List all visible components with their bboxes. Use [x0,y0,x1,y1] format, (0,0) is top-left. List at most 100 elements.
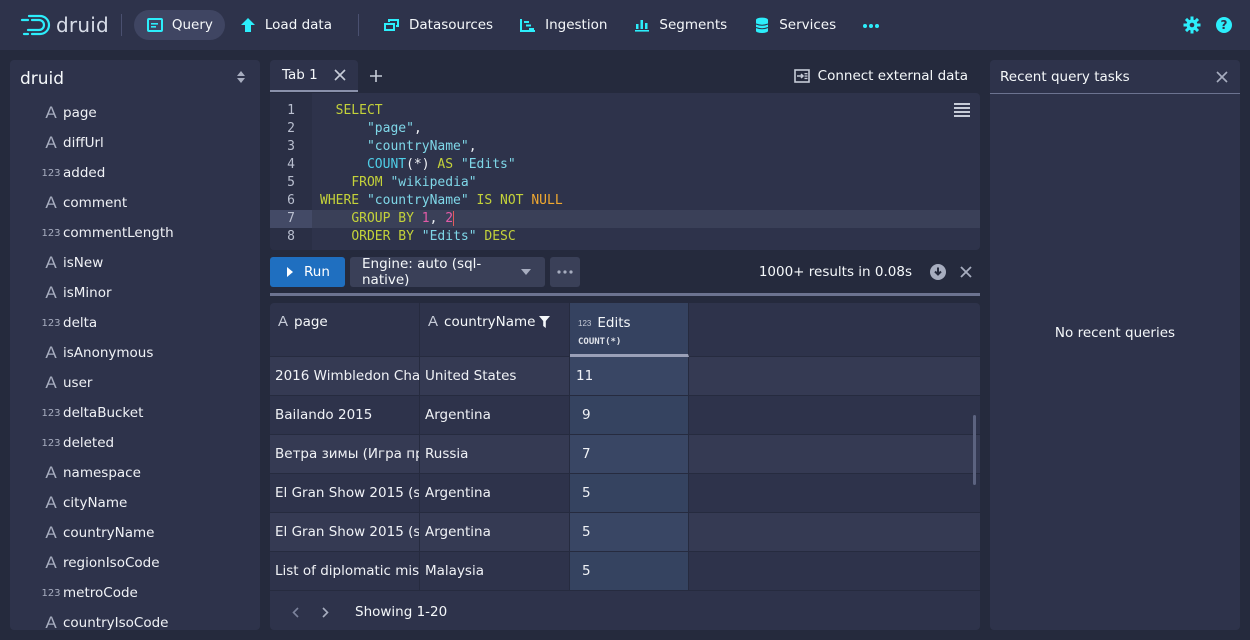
column-header-page[interactable]: A page [270,303,420,357]
settings-button[interactable] [1176,9,1208,41]
vertical-scrollbar[interactable] [973,415,976,485]
table-row[interactable]: Bailando 2015 Argentina 9 [270,396,980,435]
run-more-button[interactable] [550,257,580,287]
table-cell-countryName[interactable]: Malaysia [420,552,570,590]
sort-toggle[interactable] [236,70,246,88]
table-cell-page[interactable]: Ветра зимы (Игра престолов) [270,435,420,473]
connect-external-data-button[interactable]: Connect external data [793,68,968,84]
string-type-icon: A [45,493,57,512]
column-item[interactable]: Anamespace [10,458,260,488]
table-cell-Edits[interactable]: 5 [570,513,689,551]
table-row[interactable]: El Gran Show 2015 (season 2)Argentina5 [270,513,980,552]
column-name: isNew [63,255,104,271]
column-item[interactable]: 123 deleted [10,428,260,458]
table-cell-page[interactable]: Bailando 2015 [270,396,420,434]
column-name: namespace [63,465,141,481]
table-cell-countryName[interactable]: Argentina [420,396,570,434]
column-item[interactable]: AdiffUrl [10,128,260,158]
column-item[interactable]: Auser [10,368,260,398]
nav-services[interactable]: Services [741,10,848,40]
nav-datasources[interactable]: Datasources [371,10,505,40]
nav-load-data[interactable]: Load data [227,10,344,40]
column-item[interactable]: AisAnonymous [10,338,260,368]
column-item[interactable]: 123 deltaBucket [10,398,260,428]
code-line[interactable]: 4 COUNT(*) AS "Edits" [270,156,980,174]
results-divider[interactable] [270,293,980,296]
nav-query[interactable]: Query [133,10,225,40]
column-item[interactable]: 123 added [10,158,260,188]
column-item[interactable]: AisMinor [10,278,260,308]
druid-logo[interactable]: druid [20,0,109,50]
table-cell-page[interactable]: El Gran Show 2015 (season 2) [270,513,420,551]
engine-select[interactable]: Engine: auto (sql-native) [350,256,545,288]
next-page-button[interactable] [310,606,340,618]
table-row[interactable]: 2016 Wimbledon ChampionshipsUnited State… [270,357,980,396]
column-item[interactable]: AcountryName [10,518,260,548]
datasource-title[interactable]: druid [20,69,64,89]
table-cell-page[interactable]: List of diplomatic missions [270,552,420,590]
table-cell-Edits[interactable]: 5 [570,474,689,512]
string-type-icon: A [45,283,57,302]
table-row[interactable]: El Gran Show 2015 (season 1)Argentina5 [270,474,980,513]
table-cell-Edits[interactable]: 11 [570,357,689,395]
table-cell-countryName[interactable]: Argentina [420,474,570,512]
code-line[interactable]: 3 "countryName", [270,138,980,156]
editor-menu-button[interactable] [954,103,970,121]
column-header-countryName[interactable]: A countryName [420,303,570,357]
plus-icon [370,70,382,82]
tab-close-button[interactable] [334,69,346,81]
column-item[interactable]: 123 commentLength [10,218,260,248]
table-cell-countryName[interactable]: Argentina [420,513,570,551]
column-item[interactable]: AisNew [10,248,260,278]
column-item[interactable]: AregionIsoCode [10,548,260,578]
column-header-edits[interactable]: 123 Edits COUNT(*) [570,303,689,357]
number-type-icon: 123 [41,587,61,599]
column-name: added [63,165,106,181]
nav-segments[interactable]: Segments [621,10,739,40]
code-line[interactable]: 8 ORDER BY "Edits" DESC [270,228,980,246]
run-label: Run [304,264,330,280]
code-text: FROM "wikipedia" [312,174,476,192]
number-type-icon: 123 [41,167,61,179]
add-tab-button[interactable] [370,70,382,82]
nav-ingestion[interactable]: Ingestion [507,10,619,40]
code-line[interactable]: 2 "page", [270,120,980,138]
sql-editor[interactable]: 1 SELECT 2 "page", 3 "countryName", 4 COUNT… [270,93,980,250]
code-line[interactable]: 5 FROM "wikipedia" [270,174,980,192]
column-item[interactable]: 123 delta [10,308,260,338]
table-cell-countryName[interactable]: Russia [420,435,570,473]
table-cell-countryName[interactable]: United States [420,357,570,395]
help-button[interactable]: ? [1208,9,1240,41]
column-item[interactable]: Acomment [10,188,260,218]
code-line[interactable]: 1 SELECT [270,102,980,120]
column-item[interactable]: 123 metroCode [10,578,260,608]
nav-services-label: Services [779,17,837,33]
code-token: "Edits" [421,229,477,244]
string-type-icon: A [45,373,57,392]
table-row[interactable]: Ветра зимы (Игра престолов)Russia7 [270,435,980,474]
column-item[interactable]: AcountryIsoCode [10,608,260,630]
code-line[interactable]: 7 GROUP BY 1, 2 [270,210,980,228]
close-results-button[interactable] [960,266,972,278]
caret-down-icon [521,269,531,275]
close-recent-tasks-button[interactable] [1216,70,1228,83]
table-cell-Edits[interactable]: 9 [570,396,689,434]
table-row[interactable]: List of diplomatic missionsMalaysia5 [270,552,980,591]
number-type-icon: 123 [41,227,61,239]
column-item[interactable]: AcityName [10,488,260,518]
prev-page-button[interactable] [280,606,310,618]
table-cell-page[interactable]: 2016 Wimbledon Championships [270,357,420,395]
table-filler-cell [689,474,980,512]
tab-1[interactable]: Tab 1 [270,60,358,92]
table-cell-Edits[interactable]: 5 [570,552,689,590]
download-results-button[interactable] [930,264,946,280]
more-icon [557,270,573,274]
column-item[interactable]: Apage [10,98,260,128]
code-token: GROUP BY [351,211,414,226]
nav-more-button[interactable] [850,10,892,40]
run-button[interactable]: Run [270,257,345,287]
table-cell-page[interactable]: El Gran Show 2015 (season 1) [270,474,420,512]
table-cell-Edits[interactable]: 7 [570,435,689,473]
code-line[interactable]: 6 WHERE "countryName" IS NOT NULL [270,192,980,210]
